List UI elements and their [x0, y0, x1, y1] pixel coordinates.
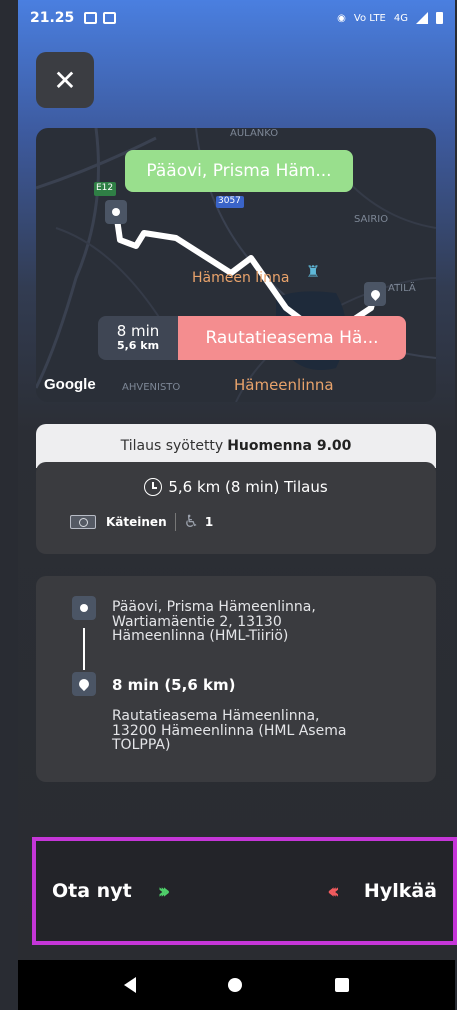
map-eta-minutes: 8 min — [116, 322, 160, 341]
payment-method: Käteinen — [106, 515, 167, 529]
swipe-right-chevrons-icon: ››› — [157, 879, 171, 903]
status-right: ◉ Vo LTE 4G — [337, 12, 443, 24]
map-road-3057: 3057 — [218, 196, 241, 206]
wheelchair-icon: ♿ — [183, 512, 199, 532]
order-action-bar: Ota nyt ››› ‹‹‹ Hylkää — [32, 837, 457, 945]
home-icon[interactable] — [228, 978, 243, 992]
order-summary-text: 5,6 km (8 min) Tilaus — [168, 478, 328, 496]
map-road-e12: E12 — [96, 183, 114, 193]
status-time: 21.25 — [30, 10, 75, 26]
cash-icon — [70, 515, 96, 529]
castle-icon: ♜ — [306, 262, 321, 281]
order-header-time: Huomenna 9.00 — [227, 438, 352, 454]
location-icon: ◉ — [337, 12, 346, 24]
accept-now-button[interactable]: Ota nyt ››› — [52, 879, 171, 903]
pickup-pin-icon — [105, 200, 127, 224]
route-pickup-icon — [72, 596, 96, 620]
dropoff-address-line: TOLPPA) — [112, 737, 171, 754]
map-eta-box: 8 min 5,6 km — [98, 316, 178, 360]
pickup-address-line: Hämeenlinna (HML-Tiiriö) — [112, 628, 289, 645]
volte-indicator: Vo LTE — [353, 12, 386, 24]
payment-divider — [174, 513, 176, 531]
pickup-bubble: Pääovi, Prisma Häm... — [125, 150, 353, 192]
order-summary-card: 5,6 km (8 min) Tilaus Käteinen ♿ 1 — [36, 462, 436, 554]
route-map[interactable]: AULANKO E12 3057 SAIRIO Hämeen linna ♜ A… — [36, 128, 436, 402]
reject-button[interactable]: ‹‹‹ Hylkää — [327, 879, 437, 903]
dropoff-bubble: Rautatieasema Hä... — [178, 316, 406, 360]
dropoff-address: Rautatieasema Hämeenlinna, 13200 Hämeenl… — [112, 709, 346, 753]
dropoff-pin-icon — [364, 282, 386, 306]
dropoff-address-line: Rautatieasema Hämeenlinna, — [112, 708, 320, 724]
back-icon[interactable] — [124, 977, 137, 993]
route-duration: 8 min (5,6 km) — [112, 676, 236, 694]
google-logo: Google — [44, 376, 96, 393]
close-button[interactable]: ✕ — [36, 52, 94, 108]
map-place-aulanko: AULANKO — [230, 128, 279, 139]
swipe-left-chevrons-icon: ‹‹‹ — [327, 879, 340, 903]
accept-label: Ota nyt — [52, 880, 132, 902]
close-icon: ✕ — [53, 63, 77, 97]
recent-apps-icon[interactable] — [334, 978, 349, 992]
battery-icon — [436, 12, 443, 24]
network-type: 4G — [393, 12, 408, 24]
clock-icon — [144, 478, 163, 496]
status-bar: 21.25 ◉ Vo LTE 4G — [18, 0, 455, 36]
payment-row: Käteinen ♿ 1 — [70, 512, 213, 532]
pickup-address: Pääovi, Prisma Hämeenlinna, Wartiamäenti… — [112, 600, 316, 644]
route-dropoff-icon — [72, 672, 96, 696]
dropoff-address-line: 13200 Hämeenlinna (HML Asema — [112, 722, 347, 739]
order-summary-line: 5,6 km (8 min) Tilaus — [36, 478, 436, 496]
map-place-hameen-linna: Hämeen linna — [192, 270, 290, 286]
map-place-atila: ATILÄ — [388, 283, 416, 294]
system-nav-bar — [18, 960, 455, 1010]
pickup-address-line: Wartiamäentie 2, 13130 — [112, 613, 282, 630]
route-connector-line — [83, 628, 85, 670]
image-icon — [84, 12, 98, 24]
map-place-hameenlinna: Hämeenlinna — [234, 376, 334, 394]
map-eta-distance: 5,6 km — [116, 339, 160, 353]
reject-label: Hylkää — [363, 880, 437, 902]
order-header-prefix: Tilaus syötetty — [120, 438, 224, 454]
map-place-sairio: SAIRIO — [354, 214, 389, 225]
map-place-ahvenisto: AHVENISTO — [122, 382, 181, 393]
signal-icon — [416, 12, 428, 24]
pickup-address-line: Pääovi, Prisma Hämeenlinna, — [112, 599, 316, 615]
route-details-card: Pääovi, Prisma Hämeenlinna, Wartiamäenti… — [36, 576, 436, 782]
passenger-count: 1 — [204, 515, 214, 529]
bag-icon — [103, 12, 117, 24]
